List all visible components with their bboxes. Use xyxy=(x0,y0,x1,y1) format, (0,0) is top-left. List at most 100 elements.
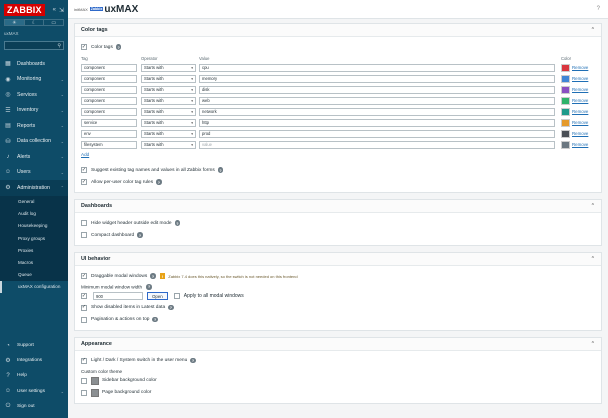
page-bg-checkbox[interactable] xyxy=(81,389,87,396)
panel-header[interactable]: UI behavior ⌃ xyxy=(75,253,601,266)
operator-select[interactable]: Starts with ▾ xyxy=(141,85,196,94)
color-swatch[interactable] xyxy=(561,74,570,83)
submenu-uxmax-configuration[interactable]: uxMAX configuration xyxy=(0,280,68,293)
tag-value-input[interactable]: value xyxy=(199,140,555,149)
remove-link[interactable]: Remove xyxy=(572,98,588,103)
per-user-checkbox[interactable]: ✓ xyxy=(81,179,87,185)
tag-name-input[interactable]: filesystem xyxy=(81,140,137,149)
help-icon[interactable]: ? xyxy=(597,6,600,12)
nav-help[interactable]: ? Help xyxy=(0,368,68,383)
nav-monitoring[interactable]: ◉ Monitoring ⌄ xyxy=(0,72,68,88)
submenu-queue[interactable]: Queue xyxy=(0,269,68,281)
submenu-proxies[interactable]: Proxies xyxy=(0,244,68,256)
chevron-up-icon[interactable]: ⌃ xyxy=(591,27,595,33)
collapse-sidebar-icon[interactable]: « xyxy=(53,7,56,14)
tag-name-input[interactable]: env xyxy=(81,129,137,138)
help-icon[interactable]: ? xyxy=(115,44,122,50)
sidebar-search-input[interactable]: ⚲ xyxy=(4,41,64,50)
panel-header[interactable]: Color tags ⌃ xyxy=(75,24,601,37)
help-icon[interactable]: ? xyxy=(168,304,174,311)
tag-value-input[interactable]: http xyxy=(199,118,555,127)
suggest-checkbox[interactable]: ✓ xyxy=(81,167,87,173)
nav-users[interactable]: ☺ Users ⌄ xyxy=(0,165,68,181)
tag-value-input[interactable]: network xyxy=(199,107,555,116)
compact-checkbox[interactable] xyxy=(81,232,87,238)
nav-alerts[interactable]: ♪ Alerts ⌄ xyxy=(0,149,68,165)
tag-name-input[interactable]: component xyxy=(81,85,137,94)
operator-select[interactable]: Starts with ▾ xyxy=(141,129,196,138)
remove-link[interactable]: Remove xyxy=(572,120,588,125)
operator-select[interactable]: Starts with ▾ xyxy=(141,63,196,72)
color-swatch[interactable] xyxy=(561,129,570,138)
theme-dark-icon[interactable]: ☾ xyxy=(23,20,44,26)
color-swatch[interactable] xyxy=(91,376,99,385)
tag-value-input[interactable]: memory xyxy=(199,74,555,83)
remove-link[interactable]: Remove xyxy=(572,142,588,147)
theme-system-icon[interactable]: ▭ xyxy=(43,20,63,26)
hide-header-checkbox[interactable] xyxy=(81,220,87,226)
color-swatch[interactable] xyxy=(561,140,570,149)
pagination-checkbox[interactable] xyxy=(81,316,87,323)
apply-all-checkbox[interactable] xyxy=(173,293,180,299)
nav-inventory[interactable]: ☰ Inventory ⌄ xyxy=(0,103,68,119)
submenu-general[interactable]: General xyxy=(0,196,68,208)
nav-reports[interactable]: ▤ Reports ⌄ xyxy=(0,118,68,134)
min-width-input[interactable]: 900 xyxy=(93,292,143,300)
add-tag-link[interactable]: Add xyxy=(81,152,89,157)
tag-name-input[interactable]: component xyxy=(81,74,137,83)
tag-name-input[interactable]: service xyxy=(81,118,137,127)
color-swatch[interactable] xyxy=(91,388,99,397)
remove-link[interactable]: Remove xyxy=(572,76,588,81)
show-disabled-checkbox[interactable]: ✓ xyxy=(81,304,87,311)
help-icon[interactable]: ? xyxy=(217,167,224,173)
nav-dashboards[interactable]: ▦ Dashboards xyxy=(0,56,68,72)
color-tags-checkbox[interactable]: ✓ xyxy=(81,44,87,50)
theme-switch-checkbox[interactable]: ✓ xyxy=(81,357,87,364)
nav-administration[interactable]: ⚙ Administration ⌃ xyxy=(0,180,68,196)
nav-data-collection[interactable]: ⛁ Data collection ⌄ xyxy=(0,134,68,150)
submenu-audit-log[interactable]: Audit log xyxy=(0,208,68,220)
help-icon[interactable]: ? xyxy=(137,232,143,238)
nav-sign-out[interactable]: ⏻ Sign out xyxy=(0,399,68,414)
operator-select[interactable]: Starts with ▾ xyxy=(141,96,196,105)
submenu-macros[interactable]: Macros xyxy=(0,256,68,268)
open-button[interactable]: Open xyxy=(147,292,168,300)
kiosk-icon[interactable]: ⇲ xyxy=(59,7,64,14)
draggable-checkbox[interactable]: ✓ xyxy=(81,273,87,279)
remove-link[interactable]: Remove xyxy=(572,131,588,136)
chevron-up-icon[interactable]: ⌃ xyxy=(591,256,595,262)
chevron-up-icon[interactable]: ⌃ xyxy=(591,341,595,347)
operator-select[interactable]: Starts with ▾ xyxy=(141,107,196,116)
nav-user-settings[interactable]: ☺ User settings ⌄ xyxy=(0,384,68,399)
remove-link[interactable]: Remove xyxy=(572,87,588,92)
help-icon[interactable]: ? xyxy=(150,273,156,279)
color-swatch[interactable] xyxy=(561,63,570,72)
tag-name-input[interactable]: component xyxy=(81,96,137,105)
help-icon[interactable]: ? xyxy=(156,179,162,185)
zabbix-logo[interactable]: ZABBIX xyxy=(4,4,45,16)
help-icon[interactable]: ? xyxy=(146,284,152,290)
tag-value-input[interactable]: cpu xyxy=(199,63,555,72)
remove-link[interactable]: Remove xyxy=(572,109,588,114)
nav-services[interactable]: ◎ Services ⌄ xyxy=(0,87,68,103)
chevron-up-icon[interactable]: ⌃ xyxy=(591,203,595,209)
operator-select[interactable]: Starts with ▾ xyxy=(141,140,196,149)
sidebar-bg-checkbox[interactable] xyxy=(81,377,87,384)
tag-value-input[interactable]: prod xyxy=(199,129,555,138)
nav-integrations[interactable]: ⚙ Integrations xyxy=(0,353,68,368)
submenu-proxy-groups[interactable]: Proxy groups xyxy=(0,232,68,244)
nav-support[interactable]: ◔ Support xyxy=(0,338,68,353)
color-swatch[interactable] xyxy=(561,107,570,116)
help-icon[interactable]: ? xyxy=(174,220,181,226)
remove-link[interactable]: Remove xyxy=(572,65,588,70)
color-swatch[interactable] xyxy=(561,85,570,94)
color-swatch[interactable] xyxy=(561,96,570,105)
panel-header[interactable]: Appearance ⌃ xyxy=(75,337,601,351)
min-width-checkbox[interactable]: ✓ xyxy=(81,293,87,299)
tag-value-input[interactable]: disk xyxy=(199,85,555,94)
help-icon[interactable]: ? xyxy=(190,357,196,364)
operator-select[interactable]: Starts with ▾ xyxy=(141,118,196,127)
theme-light-icon[interactable]: ☀ xyxy=(5,20,24,26)
submenu-housekeeping[interactable]: Housekeeping xyxy=(0,220,68,232)
operator-select[interactable]: Starts with ▾ xyxy=(141,74,196,83)
